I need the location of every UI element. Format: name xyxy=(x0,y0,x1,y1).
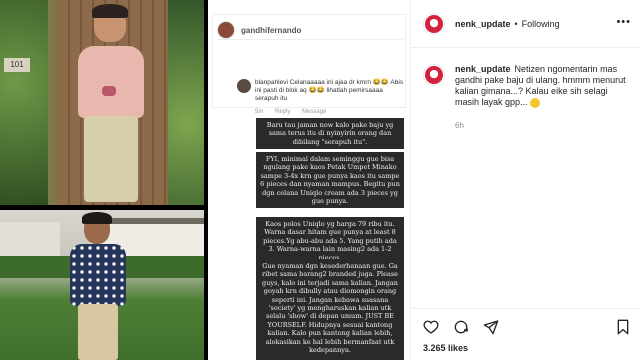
divider xyxy=(217,39,403,40)
story-username: gandhifernando xyxy=(241,25,302,35)
more-options-icon[interactable]: ••• xyxy=(616,16,631,28)
hair xyxy=(92,4,128,18)
post-age: 6h xyxy=(455,121,464,130)
post-header: nenk_update • Following ••• xyxy=(411,0,640,48)
caption: nenk_update Netizen ngomentarin mas gandh… xyxy=(423,64,633,131)
cream-pants xyxy=(78,304,118,360)
reply-text-3: Kaos polos Uniqlo yg harga 79 ribu itu. … xyxy=(256,217,404,266)
person-pink-shirt xyxy=(74,4,148,205)
avatar[interactable] xyxy=(423,12,445,35)
comment-text: blanpahlevi Celanaaaaa ini ajaa dr kmrn … xyxy=(255,79,404,102)
story-screenshot: gandhifernando blanpahlevi Celanaaaaa in… xyxy=(208,0,410,360)
like-count[interactable]: 3.265 likes xyxy=(423,343,468,353)
pink-shirt xyxy=(78,46,144,118)
building-left xyxy=(0,222,60,260)
comment-icon[interactable] xyxy=(453,319,469,335)
heart-icon[interactable] xyxy=(423,319,439,335)
emoji-icon xyxy=(530,97,541,108)
photo-pink-shirt: 101 xyxy=(0,0,204,205)
avatar[interactable] xyxy=(423,64,445,86)
reply-text-1: Baru tau jaman now kalo pake baju yg sam… xyxy=(256,118,404,150)
post-side-panel: nenk_update • Following ••• nenk_update N… xyxy=(410,0,640,360)
commenter-avatar xyxy=(237,79,251,93)
action-bar: 3.265 likes xyxy=(411,308,640,360)
plant-right xyxy=(164,0,204,205)
photo-navy-shirt xyxy=(0,210,204,360)
comment-time: 5m xyxy=(255,109,264,115)
mask xyxy=(102,86,116,96)
comment-message: Message xyxy=(302,109,327,115)
instagram-post-view: 101 gandhifernando blanpahlevi Celanaaaa… xyxy=(0,0,640,360)
cream-pants xyxy=(84,116,138,202)
share-icon[interactable] xyxy=(483,319,499,335)
post-media[interactable]: 101 gandhifernando blanpahlevi Celanaaaa… xyxy=(0,0,410,360)
door-sign: 101 xyxy=(4,58,30,72)
navy-shirt xyxy=(70,244,126,306)
bookmark-icon[interactable] xyxy=(615,319,631,335)
avatar xyxy=(217,21,235,39)
following-button[interactable]: Following xyxy=(522,19,560,29)
avatar-logo xyxy=(425,66,443,84)
story-header: gandhifernando xyxy=(217,21,301,39)
comment-reply: Reply xyxy=(275,109,291,115)
plant-left xyxy=(0,0,48,205)
username-link[interactable]: nenk_update xyxy=(455,19,511,29)
separator-dot: • xyxy=(514,18,518,29)
avatar-logo xyxy=(425,14,443,33)
comment-meta: 5m Reply Message xyxy=(255,109,336,115)
person-navy-shirt xyxy=(66,210,130,360)
caption-body: nenk_update Netizen ngomentarin mas gandh… xyxy=(455,64,633,131)
action-icons xyxy=(423,319,499,335)
reply-text-2: FYI, minimal dalam seminggu gue bisa ngu… xyxy=(256,152,404,209)
caption-username[interactable]: nenk_update xyxy=(455,64,511,74)
comment-card: gandhifernando blanpahlevi Celanaaaaa in… xyxy=(212,14,406,115)
reply-text-4: Gue nyaman dgn kesederhanaan gue. Ga rib… xyxy=(256,259,404,360)
hair xyxy=(82,212,112,224)
